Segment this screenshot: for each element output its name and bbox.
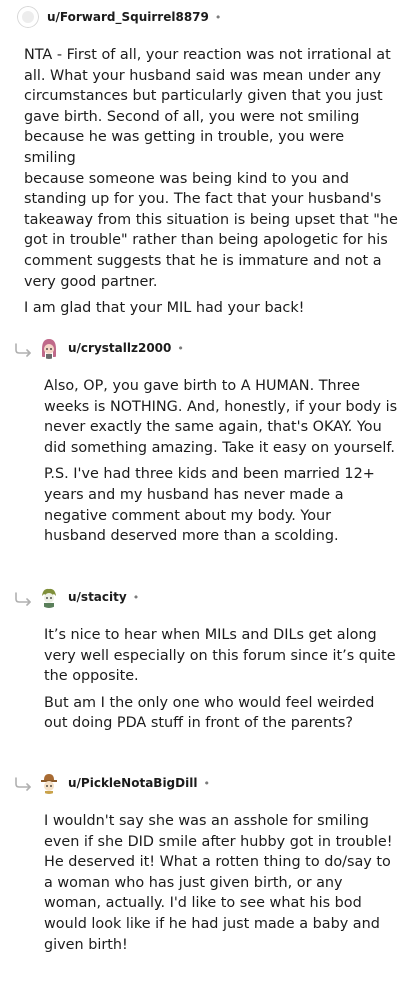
comment-body: NTA - First of all, your reaction was no… — [24, 45, 400, 319]
comment-paragraph: I am glad that your MIL had your back! — [24, 300, 305, 317]
comment-body: I wouldn't say she was an asshole for sm… — [44, 811, 393, 955]
comment-header: u/PickleNotaBigDill • — [38, 771, 210, 795]
comment-body: It’s nice to hear when MILs and DILs get… — [44, 625, 396, 734]
comment-paragraph: Also, OP, you gave birth to A HUMAN. Thr… — [44, 378, 398, 456]
snoo-avatar-green-icon[interactable] — [38, 586, 60, 608]
separator-dot: • — [214, 10, 222, 24]
comment-paragraph: I wouldn't say she was an asshole for sm… — [44, 813, 393, 953]
snoo-avatar-pink-hair-icon[interactable] — [38, 337, 60, 359]
separator-dot: • — [132, 590, 140, 604]
comment-body: Also, OP, you gave birth to A HUMAN. Thr… — [44, 376, 397, 547]
reply-arrow-icon — [15, 343, 31, 357]
username[interactable]: u/stacity — [68, 590, 127, 604]
username[interactable]: u/Forward_Squirrel8879 — [47, 10, 209, 24]
comment-header: u/crystallz2000 • — [38, 336, 184, 360]
comment-paragraph: P.S. I've had three kids and been marrie… — [44, 466, 375, 545]
reply-arrow-icon — [15, 777, 31, 791]
comment-header: u/stacity • — [38, 585, 139, 609]
default-user-avatar-icon[interactable] — [17, 6, 39, 28]
comment-paragraph: It’s nice to hear when MILs and DILs get… — [44, 627, 396, 685]
comment-paragraph: NTA - First of all, your reaction was no… — [24, 47, 398, 290]
snoo-avatar-hat-icon[interactable] — [38, 772, 60, 794]
reply-arrow-icon — [15, 592, 31, 606]
username[interactable]: u/PickleNotaBigDill — [68, 776, 197, 790]
comment-paragraph: But am I the only one who would feel wei… — [44, 694, 375, 732]
separator-dot: • — [203, 776, 210, 790]
comment-header: u/Forward_Squirrel8879 • — [17, 5, 221, 29]
username[interactable]: u/crystallz2000 — [68, 341, 171, 355]
separator-dot: • — [177, 341, 184, 355]
